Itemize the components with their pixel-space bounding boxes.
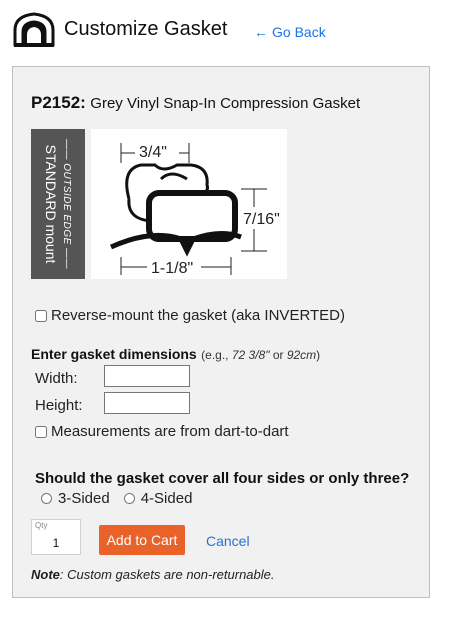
three-sided-option[interactable]: 3-Sided	[41, 490, 110, 507]
outside-edge-label: —— OUTSIDE EDGE ——	[61, 138, 73, 270]
returns-note: Note: Custom gaskets are non-returnable.	[31, 567, 275, 582]
dart-to-dart-checkbox[interactable]	[35, 425, 47, 438]
sides-question: Should the gasket cover all four sides o…	[35, 470, 410, 487]
quantity-value: 1	[52, 536, 60, 550]
mount-orientation-strip: —— OUTSIDE EDGE —— STANDARD mount	[31, 129, 85, 279]
height-input[interactable]	[104, 392, 190, 414]
quantity-input[interactable]: Qty 1	[31, 519, 81, 555]
go-back-link[interactable]: ← Go Back	[254, 24, 326, 40]
dimensions-hint: (e.g., 72 3/8" or 92cm)	[201, 348, 321, 362]
four-sided-label: 4-Sided	[140, 490, 193, 507]
dart-to-dart-option[interactable]: Measurements are from dart-to-dart	[35, 423, 289, 440]
dimensions-title: Enter gasket dimensions	[31, 346, 197, 362]
product-heading: P2152: Grey Vinyl Snap-In Compression Ga…	[31, 93, 360, 113]
cancel-link[interactable]: Cancel	[206, 533, 250, 549]
gasket-logo-icon	[12, 10, 56, 48]
go-back-label: Go Back	[272, 24, 326, 40]
note-text: : Custom gaskets are non-returnable.	[59, 567, 275, 582]
sides-radio-group: 3-Sided 4-Sided	[41, 490, 206, 507]
dim-top-label: 3/4"	[139, 144, 167, 161]
reverse-mount-label: Reverse-mount the gasket (aka INVERTED)	[51, 307, 346, 324]
reverse-mount-option[interactable]: Reverse-mount the gasket (aka INVERTED)	[35, 307, 345, 324]
reverse-mount-checkbox[interactable]	[35, 309, 47, 322]
add-to-cart-button[interactable]: Add to Cart	[99, 525, 185, 555]
quantity-label: Qty	[35, 521, 48, 530]
width-input[interactable]	[104, 365, 190, 387]
dim-bottom-label: 1-1/8"	[151, 260, 193, 277]
mount-type-label: STANDARD mount	[43, 144, 60, 264]
arrow-left-icon: ←	[254, 24, 268, 40]
height-label: Height:	[35, 397, 83, 414]
product-code: P2152:	[31, 93, 86, 112]
three-sided-label: 3-Sided	[58, 490, 110, 507]
four-sided-radio[interactable]	[123, 493, 135, 504]
dimensions-heading: Enter gasket dimensions (e.g., 72 3/8" o…	[31, 346, 320, 364]
page-title: Customize Gasket	[64, 18, 228, 40]
customize-panel: P2152: Grey Vinyl Snap-In Compression Ga…	[12, 66, 430, 598]
three-sided-radio[interactable]	[41, 493, 52, 504]
dim-right-label: 7/16"	[243, 211, 280, 228]
dart-to-dart-label: Measurements are from dart-to-dart	[51, 423, 289, 440]
width-label: Width:	[35, 370, 78, 387]
page-header: Customize Gasket ← Go Back	[10, 10, 450, 50]
product-name: Grey Vinyl Snap-In Compression Gasket	[90, 95, 361, 112]
gasket-profile-image: 3/4" 7/16" 1-1/8"	[91, 129, 287, 279]
note-label: Note	[31, 567, 60, 582]
gasket-diagram: —— OUTSIDE EDGE —— STANDARD mount 3/4" 7…	[31, 129, 287, 279]
four-sided-option[interactable]: 4-Sided	[123, 490, 193, 507]
